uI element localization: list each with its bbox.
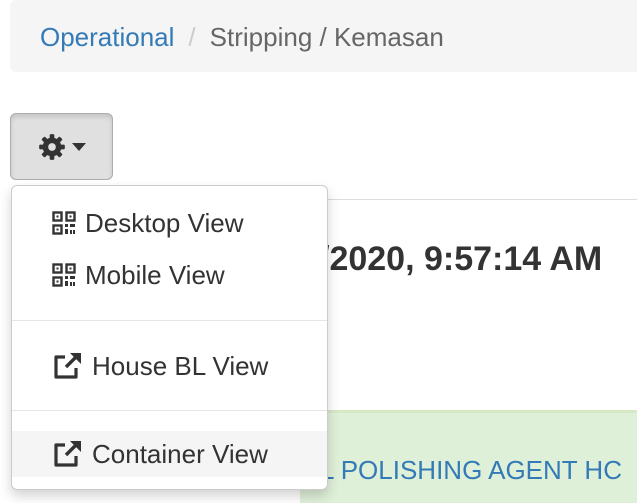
alert-link-text[interactable]: L POLISHING AGENT HC	[320, 455, 622, 486]
settings-dropdown-button[interactable]	[10, 113, 113, 180]
menu-item-label: Mobile View	[85, 259, 225, 290]
gear-icon	[38, 133, 66, 161]
menu-item-container-view[interactable]: Container View	[12, 431, 327, 477]
breadcrumb: Operational / Stripping / Kemasan	[10, 0, 637, 72]
breadcrumb-current-page: Stripping / Kemasan	[209, 22, 444, 52]
settings-dropdown-menu: Desktop View Mobile View House BL View C…	[11, 185, 328, 490]
caret-down-icon	[71, 142, 86, 151]
qrcode-icon	[52, 210, 85, 236]
breadcrumb-separator: /	[188, 22, 196, 52]
qrcode-icon	[52, 262, 85, 288]
menu-item-label: Desktop View	[85, 207, 244, 238]
menu-item-desktop-view[interactable]: Desktop View	[12, 200, 327, 246]
menu-item-house-bl-view[interactable]: House BL View	[12, 343, 327, 389]
timestamp-text: /2020, 9:57:14 AM	[320, 240, 603, 278]
external-link-icon	[52, 440, 92, 467]
breadcrumb-link-operational[interactable]: Operational	[40, 22, 174, 52]
external-link-icon	[52, 352, 92, 379]
menu-item-mobile-view[interactable]: Mobile View	[12, 252, 327, 298]
menu-item-label: House BL View	[92, 350, 269, 381]
menu-divider	[12, 320, 327, 321]
menu-divider	[12, 410, 327, 411]
menu-item-label: Container View	[92, 438, 268, 469]
content-panel	[300, 199, 637, 430]
